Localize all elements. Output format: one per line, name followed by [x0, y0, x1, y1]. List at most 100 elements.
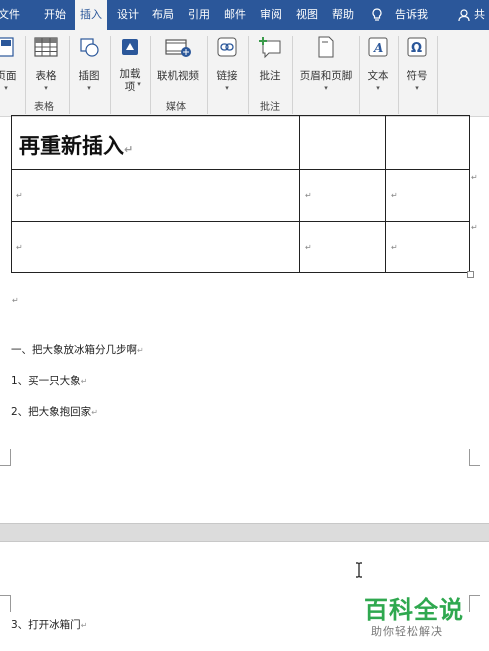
- table-column-divider: [385, 115, 386, 272]
- group-divider: [150, 36, 151, 114]
- cell-mark: ↵: [305, 191, 312, 200]
- tab-design[interactable]: 设计: [117, 0, 139, 30]
- paragraph-mark: ↵: [80, 377, 88, 386]
- empty-paragraph-mark: ↵: [12, 296, 19, 305]
- table-heading-text: 再重新插入: [19, 134, 124, 158]
- paragraph-mark: ↵: [80, 621, 88, 630]
- pages-label: 页面: [0, 70, 17, 82]
- header-footer-icon: [316, 36, 336, 62]
- list-item[interactable]: 3、打开冰箱门↵: [11, 617, 87, 632]
- paragraph-mark: ↵: [137, 346, 144, 355]
- table-row-divider: [11, 221, 469, 222]
- cover-page-icon: [0, 36, 16, 62]
- list-item[interactable]: 1、买一只大象↵: [11, 373, 87, 388]
- pages-button[interactable]: 页面 ▾: [0, 34, 22, 94]
- group-divider: [207, 36, 208, 114]
- list-item-text: 1、买一只大象: [11, 375, 81, 387]
- video-icon: [164, 36, 192, 62]
- table-resize-handle[interactable]: [467, 271, 474, 278]
- tab-view[interactable]: 视图: [296, 0, 318, 30]
- cell-mark: ↵: [391, 191, 398, 200]
- table-heading-cell[interactable]: 再重新插入↵: [19, 130, 133, 160]
- addins-button[interactable]: 加载 项 ▾: [114, 34, 146, 94]
- heading-paragraph[interactable]: 一、把大象放冰箱分几步啊↵: [11, 342, 144, 357]
- crop-mark: [469, 595, 480, 612]
- chevron-down-icon: ▾: [4, 84, 8, 92]
- paragraph-mark: ↵: [91, 408, 98, 417]
- addins-icon: [119, 36, 141, 62]
- lightbulb-icon[interactable]: [371, 0, 383, 30]
- links-label: 链接: [216, 70, 238, 82]
- illustrations-button[interactable]: 插图 ▾: [73, 34, 105, 94]
- tell-me-search[interactable]: 告诉我: [395, 0, 428, 30]
- symbols-label: 符号: [406, 70, 428, 82]
- list-item[interactable]: 2、把大象抱回家↵: [11, 404, 98, 419]
- group-label-comments: 批注: [260, 102, 280, 113]
- row-end-mark: ↵: [471, 223, 478, 232]
- tab-references[interactable]: 引用: [188, 0, 210, 30]
- comment-label: 批注: [259, 70, 281, 82]
- watermark-logo: 百科全说: [364, 596, 464, 624]
- chevron-down-icon: ▾: [376, 84, 380, 92]
- page-break-gap: [0, 523, 489, 542]
- crop-mark: [0, 595, 11, 612]
- crop-mark: [0, 449, 11, 466]
- heading-text: 一、把大象放冰箱分几步啊: [11, 344, 137, 356]
- group-label-media: 媒体: [166, 102, 186, 113]
- link-icon: [216, 36, 238, 62]
- ribbon-tab-bar: 文件 开始 插入 设计 布局 引用 邮件 审阅 视图 帮助 告诉我 共: [0, 0, 489, 30]
- tab-layout[interactable]: 布局: [152, 0, 174, 30]
- ribbon-insert: 页面 ▾ 表格 ▾ 表格 插图 ▾ 加载 项 ▾ 联机视频 媒体 链接 ▾ 批注…: [0, 30, 489, 117]
- crop-mark: [469, 449, 480, 466]
- group-divider: [292, 36, 293, 114]
- online-video-label: 联机视频: [157, 70, 199, 82]
- header-footer-label: 页眉和页脚: [299, 70, 353, 82]
- tab-file[interactable]: 文件: [0, 0, 22, 30]
- svg-text:A: A: [373, 41, 383, 55]
- group-label-table: 表格: [34, 102, 54, 113]
- comment-button[interactable]: 批注: [253, 34, 287, 94]
- omega-icon: Ω: [406, 36, 428, 62]
- tab-insert[interactable]: 插入: [75, 0, 107, 30]
- group-divider: [69, 36, 70, 114]
- list-item-text: 2、把大象抱回家: [11, 406, 92, 418]
- document-canvas[interactable]: 再重新插入↵ ↵ ↵ ↵ ↵ ↵ ↵ ↵ ↵ ↵ 一、把大象放冰箱分几步啊↵ 1…: [0, 115, 489, 651]
- header-footer-button[interactable]: 页眉和页脚 ▾: [297, 34, 355, 94]
- cell-mark: ↵: [16, 243, 23, 252]
- table-column-divider: [299, 115, 300, 272]
- share-icon[interactable]: [458, 0, 470, 30]
- text-cursor-icon: [356, 562, 362, 578]
- chevron-down-icon: ▾: [415, 84, 419, 92]
- share-button[interactable]: 共: [474, 0, 485, 30]
- cell-mark: ↵: [305, 243, 312, 252]
- table-button[interactable]: 表格 ▾: [30, 34, 62, 94]
- cell-mark: ↵: [16, 191, 23, 200]
- text-label: 文本: [367, 70, 389, 82]
- group-divider: [25, 36, 26, 114]
- group-divider: [437, 36, 438, 114]
- paragraph-mark: ↵: [124, 143, 134, 156]
- chevron-down-icon: ▾: [225, 84, 229, 92]
- online-video-button[interactable]: 联机视频: [154, 34, 202, 94]
- new-comment-icon: [257, 36, 283, 64]
- text-button[interactable]: A 文本 ▾: [362, 34, 394, 94]
- row-end-mark: ↵: [471, 173, 478, 182]
- symbols-button[interactable]: Ω 符号 ▾: [401, 34, 433, 94]
- links-button[interactable]: 链接 ▾: [211, 34, 243, 94]
- tab-home[interactable]: 开始: [44, 0, 66, 30]
- cell-mark: ↵: [391, 243, 398, 252]
- tab-mailings[interactable]: 邮件: [224, 0, 246, 30]
- table-icon: [34, 36, 58, 62]
- illustrations-label: 插图: [78, 70, 100, 82]
- text-box-icon: A: [367, 36, 389, 62]
- tab-review[interactable]: 审阅: [260, 0, 282, 30]
- table-label: 表格: [35, 70, 57, 82]
- watermark-tagline: 助你轻松解决: [371, 625, 443, 638]
- table-row-divider: [11, 169, 469, 170]
- tab-help[interactable]: 帮助: [332, 0, 354, 30]
- chevron-down-icon: ▾: [137, 80, 141, 88]
- chevron-down-icon: ▾: [44, 84, 48, 92]
- group-divider: [359, 36, 360, 114]
- list-item-text: 3、打开冰箱门: [11, 619, 81, 631]
- group-divider: [398, 36, 399, 114]
